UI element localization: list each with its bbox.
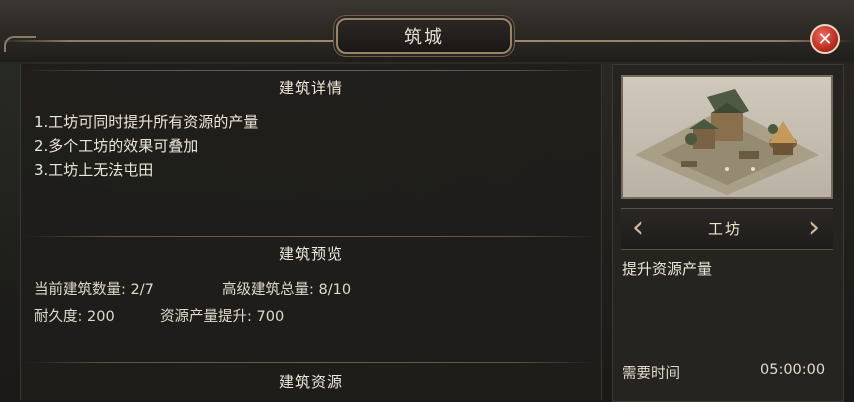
workshop-image [621,75,833,199]
building-name: 工坊 [707,220,742,238]
section-divider [24,70,598,71]
advanced-total-stat: 高级建筑总量: 8/10 [222,278,351,299]
building-description: 提升资源产量 [622,260,713,278]
durability-label: 耐久度: [34,309,83,325]
window-title: 筑城 [336,18,512,54]
close-icon: ✕ [817,28,833,50]
current-count-label: 当前建筑数量: [34,282,126,298]
close-button[interactable]: ✕ [810,24,840,54]
current-count-value: 2/7 [130,282,154,298]
time-value: 05:00:00 [760,362,826,378]
resources-heading: 建筑资源 [278,372,343,391]
advanced-total-value: 8/10 [318,282,352,298]
frame-corner-ornament [4,36,36,52]
details-heading: 建筑详情 [278,78,343,97]
section-divider [24,236,598,237]
next-building-button[interactable]: › [803,211,825,245]
advanced-total-label: 高级建筑总量: [222,282,314,298]
detail-line: 2.多个工坊的效果可叠加 [34,137,199,155]
section-divider [24,362,598,363]
durability-stat: 耐久度: 200 [34,305,115,326]
current-count-stat: 当前建筑数量: 2/7 [34,278,154,299]
preview-heading: 建筑预览 [278,244,343,263]
resource-boost-value: 700 [256,309,285,325]
resource-boost-stat: 资源产量提升: 700 [160,305,284,326]
detail-line: 3.工坊上无法屯田 [34,161,154,179]
workshop-illustration [635,89,819,195]
time-label: 需要时间 [622,366,680,382]
durability-value: 200 [87,309,115,325]
prev-building-button[interactable]: ‹ [627,211,649,245]
detail-line: 1.工坊可同时提升所有资源的产量 [34,113,259,131]
resource-boost-label: 资源产量提升: [160,309,252,325]
